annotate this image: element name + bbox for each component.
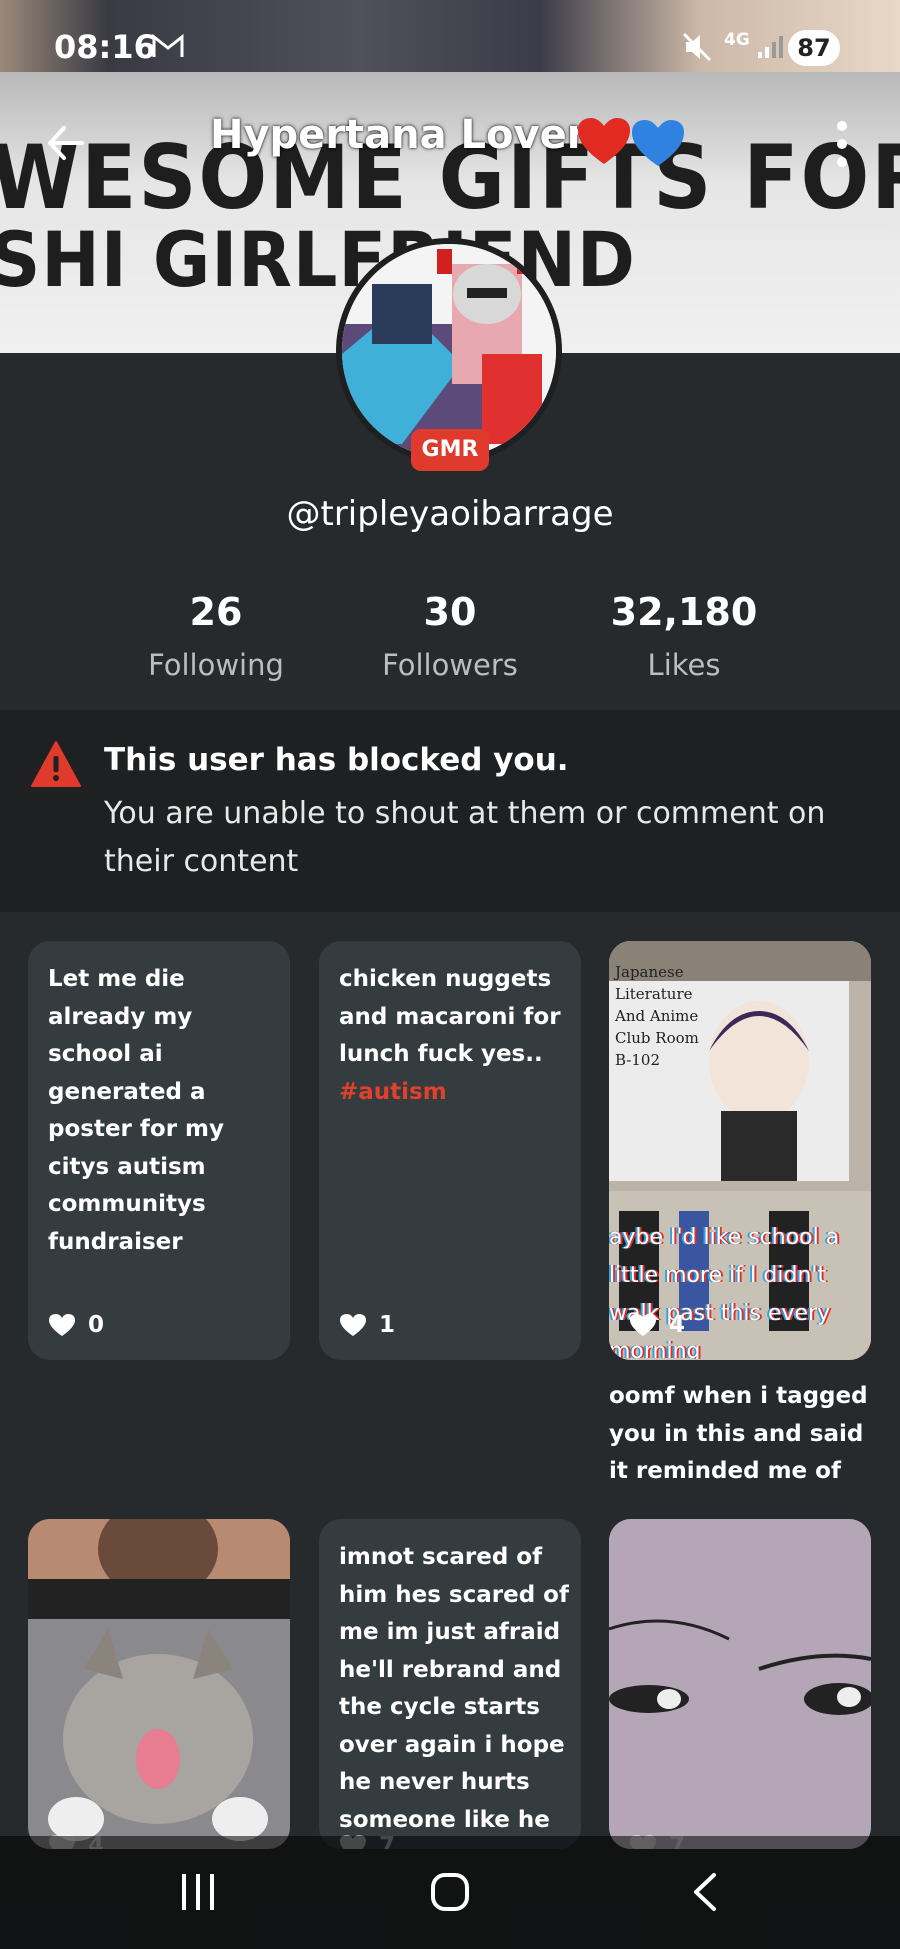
post-image xyxy=(28,1519,290,1849)
post-card[interactable]: imnot scared of him hes scared of me im … xyxy=(319,1519,581,1849)
image-overlay-text: aybe I'd like school a little more if I … xyxy=(609,1225,840,1359)
post-like-count: 4 xyxy=(669,1312,686,1338)
post-text: chicken nuggets and macaroni for lunch f… xyxy=(339,961,569,1111)
gmail-icon xyxy=(152,33,184,57)
post-likes: 0 xyxy=(48,1312,104,1338)
followers-label: Followers xyxy=(382,648,518,682)
following-label: Following xyxy=(148,648,284,682)
post-image-card[interactable]: Japanese Literature And Anime Club Room … xyxy=(609,941,871,1360)
heart-icon xyxy=(49,1314,75,1336)
post-hashtag[interactable]: #autism xyxy=(339,1079,447,1105)
post-text: Let me die already my school ai generate… xyxy=(48,966,225,1255)
post-like-count: 0 xyxy=(88,1312,105,1338)
likes-label: Likes xyxy=(647,648,721,682)
back-nav-icon[interactable] xyxy=(690,1872,720,1912)
post-likes: 1 xyxy=(339,1312,395,1338)
notice-title: This user has blocked you. xyxy=(104,742,569,778)
followers-count: 30 xyxy=(423,590,477,634)
post-like-count: 1 xyxy=(379,1312,396,1338)
post-image-card[interactable]: 4 xyxy=(28,1519,290,1849)
recent-apps-icon[interactable] xyxy=(178,1874,218,1910)
poster-text: Japanese Literature And Anime Club Room … xyxy=(615,963,699,1069)
notice-body: You are unable to shout at them or comme… xyxy=(104,796,826,879)
status-bar: 08:16 4G 87 xyxy=(0,0,900,100)
post-card[interactable]: chicken nuggets and macaroni for lunch f… xyxy=(319,941,581,1360)
following-stat[interactable]: 26 Following xyxy=(116,590,316,682)
status-time: 08:16 xyxy=(54,28,156,66)
more-options-icon[interactable] xyxy=(830,118,854,170)
red-blue-hearts-icon xyxy=(578,118,684,166)
back-arrow-icon[interactable] xyxy=(42,118,92,168)
post-caption: oomf when i tagged you in this and said … xyxy=(609,1383,868,1484)
warning-icon xyxy=(31,741,81,787)
home-icon[interactable] xyxy=(430,1872,470,1912)
likes-stat: 32,180 Likes xyxy=(584,590,784,682)
heart-icon xyxy=(340,1314,366,1336)
post-body: chicken nuggets and macaroni for lunch f… xyxy=(339,966,561,1067)
followers-stat[interactable]: 30 Followers xyxy=(350,590,550,682)
profile-handle: @tripleyaoibarrage xyxy=(286,494,614,534)
post-card[interactable]: Let me die already my school ai generate… xyxy=(28,941,290,1360)
system-nav-bar xyxy=(0,1836,900,1949)
signal-icon xyxy=(758,36,783,58)
page-title: Hypertana Lover xyxy=(210,112,587,158)
network-type: 4G xyxy=(724,30,750,50)
post-image xyxy=(609,1519,871,1849)
heart-icon xyxy=(630,1314,656,1336)
likes-count: 32,180 xyxy=(610,590,758,634)
battery-indicator: 87 xyxy=(788,30,840,66)
mute-icon xyxy=(682,32,712,62)
post-text: imnot scared of him hes scared of me im … xyxy=(339,1544,569,1833)
post-likes: 4 xyxy=(629,1312,685,1338)
avatar-image xyxy=(342,244,556,458)
gamer-badge: GMR xyxy=(411,429,489,471)
following-count: 26 xyxy=(189,590,243,634)
post-image-card[interactable]: 7 xyxy=(609,1519,871,1849)
